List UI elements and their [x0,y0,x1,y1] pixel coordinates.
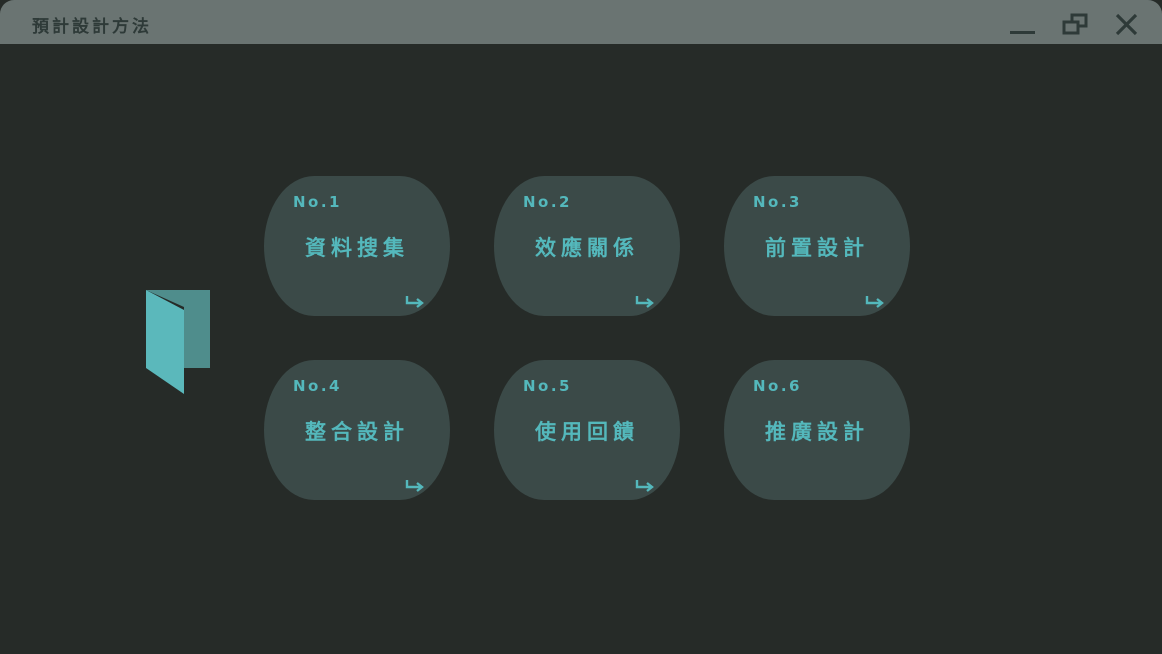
method-card-5[interactable]: No.5 使用回饋 [494,360,680,500]
method-card-4[interactable]: No.4 整合設計 [264,360,450,500]
return-arrow-icon [635,296,654,308]
title-bar: 預計設計方法 [0,0,1162,44]
card-title: 前置設計 [765,236,869,260]
close-icon [1115,13,1138,36]
card-number: No.2 [523,193,572,211]
card-title: 使用回饋 [535,420,639,444]
return-arrow-icon [405,480,424,492]
restore-icon [1062,13,1088,35]
card-title: 效應關係 [535,236,639,260]
return-arrow-icon [405,296,424,308]
return-arrow-icon [865,296,884,308]
card-number: No.1 [293,193,342,211]
method-card-6[interactable]: No.6 推廣設計 [724,360,910,500]
close-button[interactable] [1112,10,1142,38]
app-window: 預計設計方法 No.1 資料搜集 No.2 效應關係 No.3 前置設計 No.… [0,0,1162,654]
method-card-2[interactable]: No.2 效應關係 [494,176,680,316]
method-card-3[interactable]: No.3 前置設計 [724,176,910,316]
card-number: No.5 [523,377,572,395]
card-title: 推廣設計 [765,420,869,444]
folded-book-icon [145,289,211,395]
card-title: 整合設計 [305,420,409,444]
restore-button[interactable] [1061,10,1091,38]
method-card-1[interactable]: No.1 資料搜集 [264,176,450,316]
card-title: 資料搜集 [305,236,409,260]
minimize-button[interactable] [1008,10,1038,38]
card-number: No.3 [753,193,802,211]
card-number: No.4 [293,377,342,395]
minimize-icon [1010,31,1035,34]
return-arrow-icon [635,480,654,492]
window-title: 預計設計方法 [32,17,152,37]
card-number: No.6 [753,377,802,395]
